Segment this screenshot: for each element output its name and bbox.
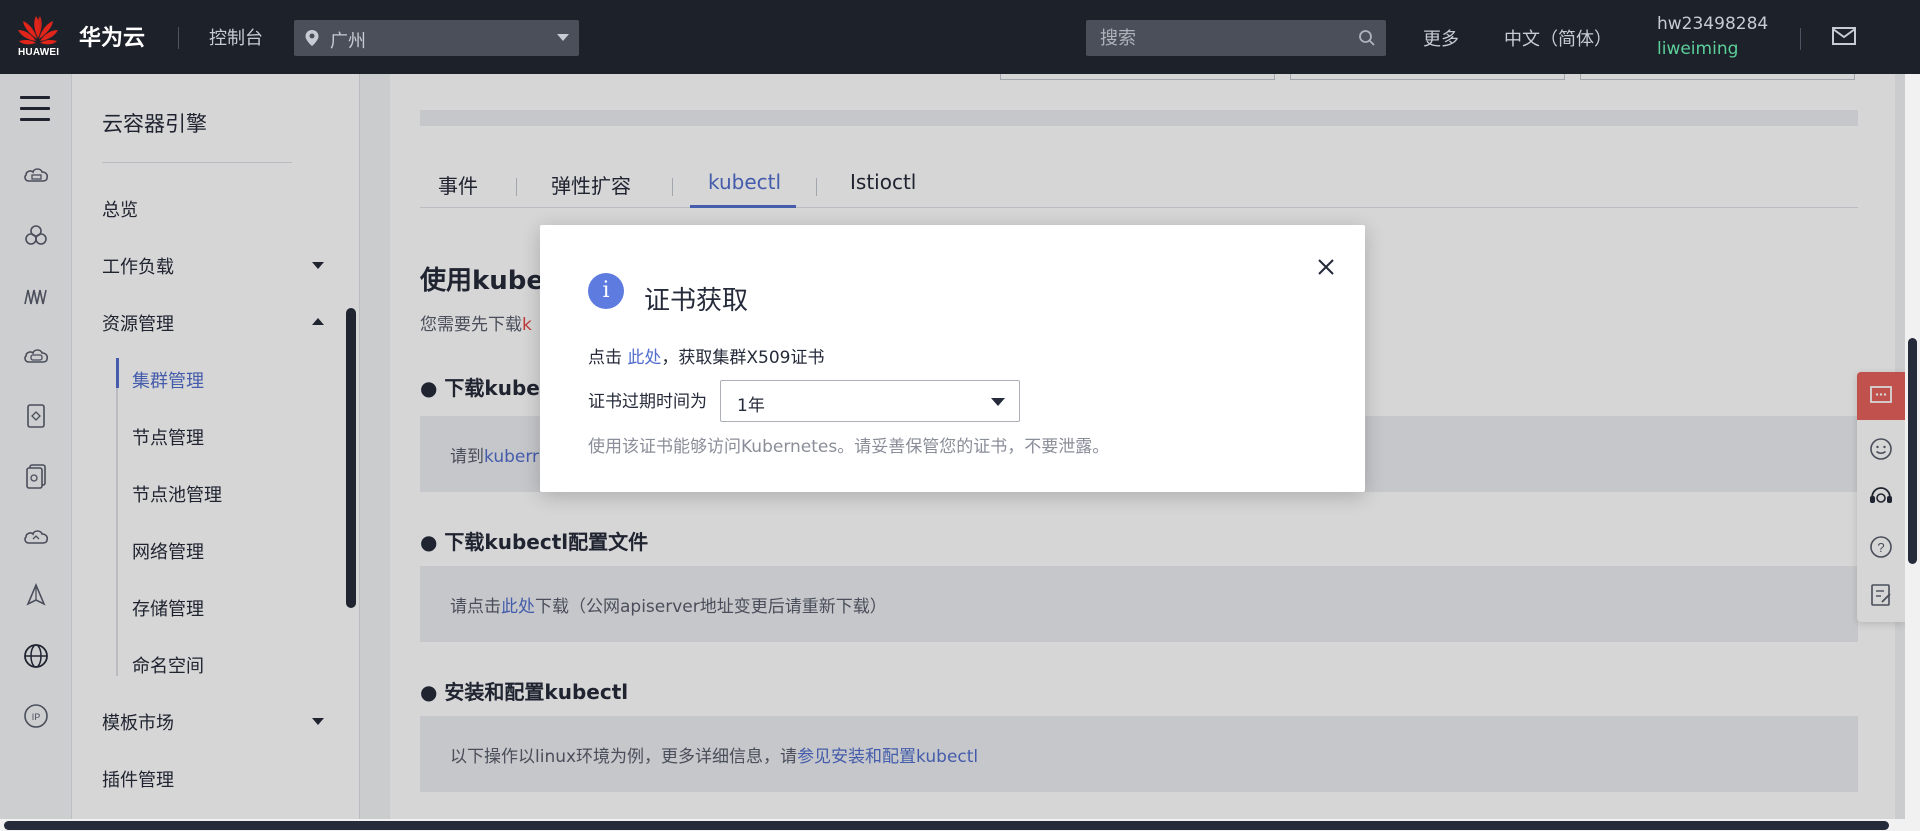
close-icon[interactable]: [1314, 255, 1338, 279]
mail-icon[interactable]: [1832, 26, 1856, 46]
search-input[interactable]: [1086, 20, 1346, 56]
console-link[interactable]: 控制台: [209, 24, 263, 50]
chevron-down-icon: [557, 34, 569, 41]
expiry-select[interactable]: 1年: [720, 380, 1020, 422]
text-prefix: 点击: [588, 348, 622, 368]
get-certificate-link[interactable]: 此处: [627, 348, 661, 368]
info-icon: i: [588, 273, 624, 309]
search-box: [1086, 20, 1386, 56]
username[interactable]: liweiming: [1657, 39, 1738, 59]
certificate-dialog: i 证书获取 点击 此处，获取集群X509证书 证书过期时间为 1年 使用该证书…: [540, 225, 1365, 492]
dialog-title: 证书获取: [644, 286, 749, 316]
vertical-scrollbar[interactable]: [1905, 74, 1920, 819]
chevron-down-icon: [991, 398, 1005, 406]
certificate-hint: 使用该证书能够访问Kubernetes。请妥善保管您的证书，不要泄露。: [588, 437, 1110, 457]
logo-text: HUAWEI: [18, 47, 60, 58]
get-certificate-text: 点击 此处，获取集群X509证书: [588, 343, 825, 368]
top-navigation-bar: HUAWEI 华为云 控制台 广州 更多 中文（简体） hw23498284 l…: [0, 0, 1920, 74]
divider: [1800, 28, 1801, 50]
scrollbar-thumb[interactable]: [1908, 338, 1917, 564]
expiry-label: 证书过期时间为: [588, 392, 707, 412]
search-icon[interactable]: [1358, 29, 1376, 47]
more-menu[interactable]: 更多: [1423, 25, 1459, 51]
account-name[interactable]: hw23498284: [1657, 14, 1768, 34]
expiry-value: 1年: [737, 396, 765, 416]
divider: [178, 27, 179, 49]
region-selector[interactable]: 广州: [294, 20, 579, 56]
language-selector[interactable]: 中文（简体）: [1504, 25, 1612, 51]
brand-name[interactable]: 华为云: [79, 20, 145, 52]
horizontal-scrollbar[interactable]: [0, 819, 1920, 831]
region-value: 广州: [330, 31, 366, 52]
text-suffix: ，获取集群X509证书: [661, 348, 825, 368]
scrollbar-thumb[interactable]: [4, 821, 1889, 830]
location-pin-icon: [305, 30, 319, 46]
